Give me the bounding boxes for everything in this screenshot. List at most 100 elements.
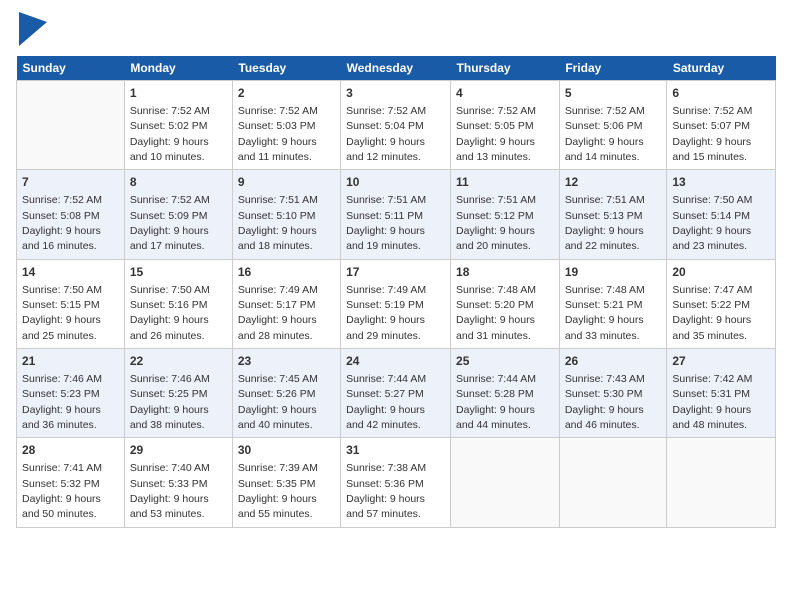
cell-data: Sunrise: 7:41 AMSunset: 5:32 PMDaylight:…: [22, 462, 102, 520]
cell-data: Sunrise: 7:43 AMSunset: 5:30 PMDaylight:…: [565, 373, 645, 431]
calendar-cell: 3 Sunrise: 7:52 AMSunset: 5:04 PMDayligh…: [341, 81, 451, 170]
week-row-4: 21 Sunrise: 7:46 AMSunset: 5:23 PMDaylig…: [17, 349, 776, 438]
day-number: 12: [565, 174, 662, 191]
calendar-cell: 18 Sunrise: 7:48 AMSunset: 5:20 PMDaylig…: [451, 259, 560, 348]
day-number: 5: [565, 85, 662, 102]
day-number: 17: [346, 264, 445, 281]
day-number: 24: [346, 353, 445, 370]
header-day-tuesday: Tuesday: [232, 56, 340, 81]
day-number: 23: [238, 353, 335, 370]
calendar-cell: 27 Sunrise: 7:42 AMSunset: 5:31 PMDaylig…: [667, 349, 776, 438]
cell-data: Sunrise: 7:48 AMSunset: 5:21 PMDaylight:…: [565, 284, 645, 342]
calendar-body: 1 Sunrise: 7:52 AMSunset: 5:02 PMDayligh…: [17, 81, 776, 528]
cell-data: Sunrise: 7:44 AMSunset: 5:27 PMDaylight:…: [346, 373, 426, 431]
calendar-cell: 24 Sunrise: 7:44 AMSunset: 5:27 PMDaylig…: [341, 349, 451, 438]
cell-data: Sunrise: 7:51 AMSunset: 5:13 PMDaylight:…: [565, 194, 645, 252]
day-number: 7: [22, 174, 119, 191]
week-row-5: 28 Sunrise: 7:41 AMSunset: 5:32 PMDaylig…: [17, 438, 776, 527]
calendar-cell: 4 Sunrise: 7:52 AMSunset: 5:05 PMDayligh…: [451, 81, 560, 170]
calendar-cell: 2 Sunrise: 7:52 AMSunset: 5:03 PMDayligh…: [232, 81, 340, 170]
cell-data: Sunrise: 7:52 AMSunset: 5:09 PMDaylight:…: [130, 194, 210, 252]
day-number: 2: [238, 85, 335, 102]
day-number: 8: [130, 174, 227, 191]
calendar-cell: [17, 81, 125, 170]
day-number: 19: [565, 264, 662, 281]
day-number: 14: [22, 264, 119, 281]
cell-data: Sunrise: 7:48 AMSunset: 5:20 PMDaylight:…: [456, 284, 536, 342]
day-number: 16: [238, 264, 335, 281]
day-number: 18: [456, 264, 554, 281]
calendar-cell: 23 Sunrise: 7:45 AMSunset: 5:26 PMDaylig…: [232, 349, 340, 438]
calendar-cell: 16 Sunrise: 7:49 AMSunset: 5:17 PMDaylig…: [232, 259, 340, 348]
header-day-wednesday: Wednesday: [341, 56, 451, 81]
cell-data: Sunrise: 7:52 AMSunset: 5:05 PMDaylight:…: [456, 105, 536, 163]
day-number: 1: [130, 85, 227, 102]
cell-data: Sunrise: 7:50 AMSunset: 5:14 PMDaylight:…: [672, 194, 752, 252]
calendar-cell: [667, 438, 776, 527]
logo-icon: [19, 12, 47, 46]
header-day-monday: Monday: [124, 56, 232, 81]
cell-data: Sunrise: 7:44 AMSunset: 5:28 PMDaylight:…: [456, 373, 536, 431]
day-number: 20: [672, 264, 770, 281]
cell-data: Sunrise: 7:47 AMSunset: 5:22 PMDaylight:…: [672, 284, 752, 342]
calendar-cell: 12 Sunrise: 7:51 AMSunset: 5:13 PMDaylig…: [559, 170, 667, 259]
header-day-saturday: Saturday: [667, 56, 776, 81]
cell-data: Sunrise: 7:52 AMSunset: 5:04 PMDaylight:…: [346, 105, 426, 163]
cell-data: Sunrise: 7:51 AMSunset: 5:10 PMDaylight:…: [238, 194, 318, 252]
calendar-cell: 19 Sunrise: 7:48 AMSunset: 5:21 PMDaylig…: [559, 259, 667, 348]
calendar-cell: 5 Sunrise: 7:52 AMSunset: 5:06 PMDayligh…: [559, 81, 667, 170]
cell-data: Sunrise: 7:46 AMSunset: 5:25 PMDaylight:…: [130, 373, 210, 431]
calendar-cell: 28 Sunrise: 7:41 AMSunset: 5:32 PMDaylig…: [17, 438, 125, 527]
cell-data: Sunrise: 7:40 AMSunset: 5:33 PMDaylight:…: [130, 462, 210, 520]
calendar-cell: 9 Sunrise: 7:51 AMSunset: 5:10 PMDayligh…: [232, 170, 340, 259]
calendar-cell: 11 Sunrise: 7:51 AMSunset: 5:12 PMDaylig…: [451, 170, 560, 259]
calendar-cell: 30 Sunrise: 7:39 AMSunset: 5:35 PMDaylig…: [232, 438, 340, 527]
calendar-cell: 25 Sunrise: 7:44 AMSunset: 5:28 PMDaylig…: [451, 349, 560, 438]
cell-data: Sunrise: 7:39 AMSunset: 5:35 PMDaylight:…: [238, 462, 318, 520]
day-number: 22: [130, 353, 227, 370]
calendar-cell: 13 Sunrise: 7:50 AMSunset: 5:14 PMDaylig…: [667, 170, 776, 259]
cell-data: Sunrise: 7:38 AMSunset: 5:36 PMDaylight:…: [346, 462, 426, 520]
calendar-cell: [451, 438, 560, 527]
calendar-cell: 14 Sunrise: 7:50 AMSunset: 5:15 PMDaylig…: [17, 259, 125, 348]
header-row: SundayMondayTuesdayWednesdayThursdayFrid…: [17, 56, 776, 81]
day-number: 28: [22, 442, 119, 459]
calendar-cell: 15 Sunrise: 7:50 AMSunset: 5:16 PMDaylig…: [124, 259, 232, 348]
cell-data: Sunrise: 7:52 AMSunset: 5:02 PMDaylight:…: [130, 105, 210, 163]
calendar-cell: 17 Sunrise: 7:49 AMSunset: 5:19 PMDaylig…: [341, 259, 451, 348]
calendar-cell: 29 Sunrise: 7:40 AMSunset: 5:33 PMDaylig…: [124, 438, 232, 527]
calendar-cell: 6 Sunrise: 7:52 AMSunset: 5:07 PMDayligh…: [667, 81, 776, 170]
day-number: 15: [130, 264, 227, 281]
day-number: 6: [672, 85, 770, 102]
day-number: 11: [456, 174, 554, 191]
day-number: 25: [456, 353, 554, 370]
cell-data: Sunrise: 7:52 AMSunset: 5:03 PMDaylight:…: [238, 105, 318, 163]
calendar-header: SundayMondayTuesdayWednesdayThursdayFrid…: [17, 56, 776, 81]
calendar-cell: 7 Sunrise: 7:52 AMSunset: 5:08 PMDayligh…: [17, 170, 125, 259]
header: [16, 16, 776, 46]
cell-data: Sunrise: 7:46 AMSunset: 5:23 PMDaylight:…: [22, 373, 102, 431]
calendar-cell: 20 Sunrise: 7:47 AMSunset: 5:22 PMDaylig…: [667, 259, 776, 348]
cell-data: Sunrise: 7:51 AMSunset: 5:12 PMDaylight:…: [456, 194, 536, 252]
day-number: 3: [346, 85, 445, 102]
week-row-2: 7 Sunrise: 7:52 AMSunset: 5:08 PMDayligh…: [17, 170, 776, 259]
day-number: 31: [346, 442, 445, 459]
cell-data: Sunrise: 7:51 AMSunset: 5:11 PMDaylight:…: [346, 194, 426, 252]
calendar-cell: 10 Sunrise: 7:51 AMSunset: 5:11 PMDaylig…: [341, 170, 451, 259]
calendar-cell: 31 Sunrise: 7:38 AMSunset: 5:36 PMDaylig…: [341, 438, 451, 527]
cell-data: Sunrise: 7:45 AMSunset: 5:26 PMDaylight:…: [238, 373, 318, 431]
day-number: 27: [672, 353, 770, 370]
day-number: 10: [346, 174, 445, 191]
cell-data: Sunrise: 7:50 AMSunset: 5:16 PMDaylight:…: [130, 284, 210, 342]
day-number: 30: [238, 442, 335, 459]
cell-data: Sunrise: 7:52 AMSunset: 5:06 PMDaylight:…: [565, 105, 645, 163]
cell-data: Sunrise: 7:42 AMSunset: 5:31 PMDaylight:…: [672, 373, 752, 431]
cell-data: Sunrise: 7:49 AMSunset: 5:19 PMDaylight:…: [346, 284, 426, 342]
calendar-cell: 8 Sunrise: 7:52 AMSunset: 5:09 PMDayligh…: [124, 170, 232, 259]
page-container: SundayMondayTuesdayWednesdayThursdayFrid…: [0, 0, 792, 538]
week-row-1: 1 Sunrise: 7:52 AMSunset: 5:02 PMDayligh…: [17, 81, 776, 170]
day-number: 21: [22, 353, 119, 370]
logo: [16, 16, 47, 46]
calendar-cell: 21 Sunrise: 7:46 AMSunset: 5:23 PMDaylig…: [17, 349, 125, 438]
calendar-cell: 1 Sunrise: 7:52 AMSunset: 5:02 PMDayligh…: [124, 81, 232, 170]
